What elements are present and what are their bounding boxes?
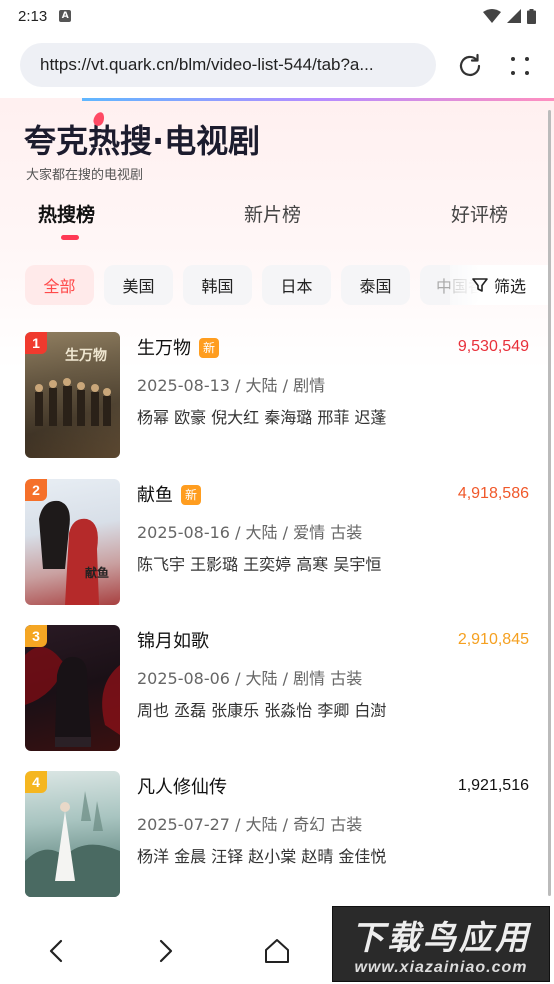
filter-button[interactable]: 筛选 — [450, 265, 548, 305]
list-item[interactable]: 4 凡人修仙传 2025-07-27 / 大陆 / 奇幻 古装 杨洋 金晨 汪铎… — [25, 771, 545, 898]
tab-new[interactable]: 新片榜 — [244, 200, 301, 227]
title-text: 献鱼 — [137, 485, 173, 506]
item-score: 2,910,845 — [457, 631, 529, 648]
watermark: 下载鸟应用 www.xiazainiao.com — [332, 906, 550, 982]
scrollbar[interactable] — [548, 110, 551, 896]
list-item[interactable]: 献鱼 2 献鱼新 2025-08-16 / 大陆 / 爱情 古装 陈飞宇 王影璐… — [25, 479, 545, 607]
item-score: 4,918,586 — [457, 485, 529, 502]
tab-rated[interactable]: 好评榜 — [451, 200, 508, 227]
rank-badge: 1 — [25, 332, 47, 354]
battery-icon — [527, 8, 536, 24]
status-time: 2:13 — [18, 7, 48, 25]
item-score: 9,530,549 — [457, 338, 529, 355]
wifi-icon — [483, 9, 501, 23]
chip-all[interactable]: 全部 — [25, 265, 94, 305]
refresh-icon[interactable] — [455, 51, 485, 81]
chip-korea[interactable]: 韩国 — [183, 265, 252, 305]
rank-badge: 4 — [25, 771, 47, 793]
signal-icon — [507, 9, 521, 23]
tab-active-indicator — [61, 235, 79, 240]
poster-image: 献鱼 2 — [25, 479, 120, 605]
poster-image: 生万物 1 — [25, 332, 120, 458]
item-meta: 2025-07-27 / 大陆 / 奇幻 古装 — [137, 815, 363, 834]
page-title: 夸克热搜·电视剧 — [24, 122, 261, 160]
svg-text:献鱼: 献鱼 — [85, 565, 109, 580]
title-text: 锦月如歌 — [137, 631, 209, 652]
new-badge: 新 — [181, 485, 201, 505]
back-chevron-icon[interactable] — [42, 936, 72, 966]
status-icons — [483, 8, 536, 24]
new-badge: 新 — [199, 338, 219, 358]
watermark-main: 下载鸟应用 — [351, 918, 531, 957]
list-item[interactable]: 3 锦月如歌 2025-08-06 / 大陆 / 剧情 古装 周也 丞磊 张康乐… — [25, 625, 545, 753]
chip-thailand[interactable]: 泰国 — [341, 265, 410, 305]
rank-badge: 3 — [25, 625, 47, 647]
title-text: 凡人修仙传 — [137, 777, 227, 798]
chip-japan[interactable]: 日本 — [262, 265, 331, 305]
item-title: 锦月如歌 — [137, 627, 209, 653]
loading-strip — [82, 98, 554, 101]
url-text: https://vt.quark.cn/blm/video-list-544/t… — [40, 55, 374, 74]
a-icon: A — [59, 10, 72, 22]
page-content: 夸克热搜·电视剧 大家都在搜的电视剧 热搜榜 新片榜 好评榜 全部 美国 韩国 … — [0, 98, 554, 898]
address-bar[interactable]: https://vt.quark.cn/blm/video-list-544/t… — [20, 43, 436, 87]
filter-label: 筛选 — [494, 277, 527, 296]
page-subtitle: 大家都在搜的电视剧 — [26, 168, 144, 183]
title-text: 生万物 — [137, 338, 191, 359]
item-title: 凡人修仙传 — [137, 773, 227, 799]
item-meta: 2025-08-13 / 大陆 / 剧情 — [137, 376, 326, 395]
poster-image: 4 — [25, 771, 120, 897]
svg-text:生万物: 生万物 — [65, 347, 107, 364]
chip-usa[interactable]: 美国 — [104, 265, 173, 305]
item-cast: 周也 丞磊 张康乐 张淼怡 李卿 白澍 — [137, 701, 387, 720]
item-cast: 杨洋 金晨 汪铎 赵小棠 赵晴 金佳悦 — [137, 847, 387, 866]
list-item[interactable]: 生万物 1 生万物新 2025-08-13 / 大陆 / 剧情 杨幂 欧豪 倪大… — [25, 332, 545, 460]
poster-image: 3 — [25, 625, 120, 751]
item-cast: 杨幂 欧豪 倪大红 秦海璐 邢菲 迟蓬 — [137, 408, 387, 427]
item-title: 献鱼新 — [137, 481, 201, 507]
browser-toolbar: https://vt.quark.cn/blm/video-list-544/t… — [0, 32, 554, 98]
tab-hot[interactable]: 热搜榜 — [38, 200, 95, 227]
item-meta: 2025-08-06 / 大陆 / 剧情 古装 — [137, 669, 363, 688]
watermark-url: www.xiazainiao.com — [354, 959, 528, 976]
item-cast: 陈飞宇 王影璐 王奕婷 高寒 吴宇恒 — [137, 555, 382, 574]
item-score: 1,921,516 — [457, 777, 529, 794]
rank-badge: 2 — [25, 479, 47, 501]
item-title: 生万物新 — [137, 334, 219, 360]
home-icon[interactable] — [262, 936, 292, 966]
forward-chevron-icon[interactable] — [150, 936, 180, 966]
status-bar: 2:13 A — [0, 0, 554, 32]
item-meta: 2025-08-16 / 大陆 / 爱情 古装 — [137, 523, 363, 542]
filter-icon — [472, 278, 488, 292]
more-dots-icon[interactable] — [505, 51, 535, 81]
